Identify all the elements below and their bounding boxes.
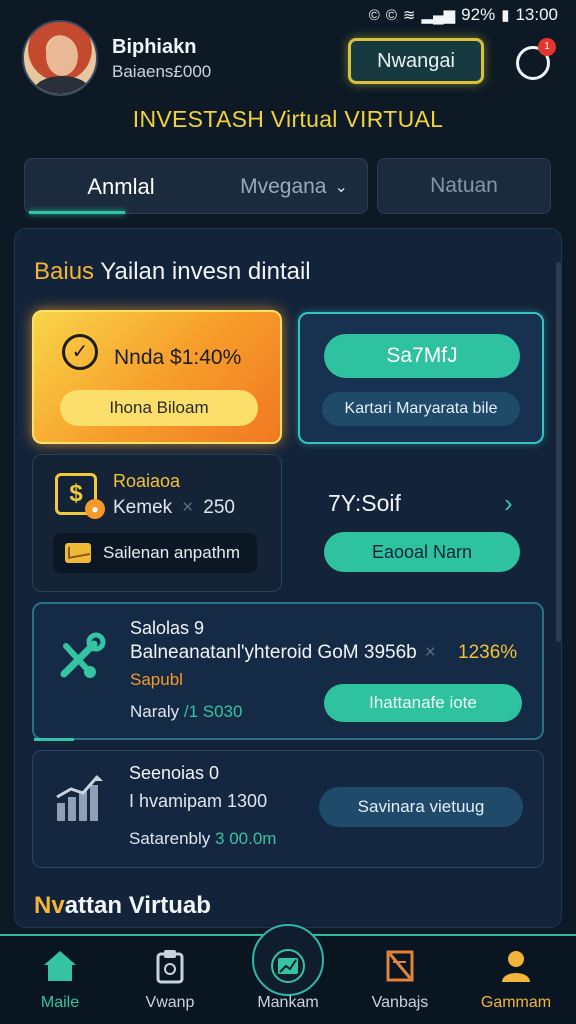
- sort-button[interactable]: Eaooal Narn: [324, 532, 520, 572]
- tab-active[interactable]: Anmlal: [25, 159, 217, 215]
- teal-card-button[interactable]: Sa7MfJ: [324, 334, 520, 378]
- footer-title-accent: Nv: [34, 892, 65, 919]
- tools-icon: [60, 632, 106, 678]
- savings-card-title: Seenoias 0: [129, 763, 220, 783]
- savings-card-amount-value: 3 00.0m: [215, 829, 277, 848]
- tab-active-indicator: [29, 211, 125, 214]
- investment-card-percent: 1236%: [458, 642, 518, 663]
- highlight-card-text: Nnda $1:40%: [114, 346, 242, 369]
- separator: ×: [424, 642, 436, 663]
- nav-item-profile[interactable]: Gammam: [468, 936, 564, 1024]
- home-icon: [44, 951, 76, 981]
- footer-section-title: Nvattan Virtuab: [34, 892, 211, 920]
- section-title-rest: Yailan invesn dintail: [94, 258, 311, 285]
- user-name: Biphiakn: [112, 36, 197, 58]
- investment-card-amount-value: /1 S030: [183, 702, 243, 721]
- avatar[interactable]: [22, 20, 98, 96]
- document-icon: [386, 950, 414, 982]
- investment-card-button[interactable]: Ihattanafe iote: [324, 684, 522, 722]
- footer-title-rest: attan Virtuab: [64, 892, 211, 919]
- investment-card-line: Balneanatanl'yhteroid GoM 3956b ×: [130, 642, 444, 664]
- investment-card-description: Balneanatanl'yhteroid GoM 3956b: [130, 642, 417, 663]
- chart-icon: [271, 949, 305, 983]
- section-title: Baius Yailan invesn dintail: [34, 258, 311, 286]
- notification-count: 1: [538, 38, 556, 56]
- coin-icon: ●: [85, 499, 105, 519]
- investment-card-title: Salolas 9: [130, 618, 205, 638]
- balance-card: $ ● Roaiaoa Kemek × 250 Sailenan anpathm: [32, 454, 282, 592]
- investment-card-amount: Naraly /1 S030: [130, 702, 242, 722]
- header-badge-button[interactable]: Nwangai: [348, 38, 484, 84]
- bottom-nav: Maile Vwanp Mankam Vanbajs Gammam: [0, 924, 576, 1024]
- investment-card[interactable]: Salolas 9 Balneanatanl'yhteroid GoM 3956…: [32, 602, 544, 741]
- investment-card-sub: Sapubl: [130, 670, 183, 689]
- nav-item-document[interactable]: Vanbajs: [352, 936, 448, 1024]
- tab-dropdown[interactable]: Mvegana ⌄: [221, 159, 367, 215]
- savings-card-amount-label: Satarenbly: [129, 829, 211, 848]
- balance-card-line: Kemek × 250: [113, 497, 235, 519]
- highlight-card[interactable]: ✓ Nnda $1:40% Ihona Biloam: [32, 310, 282, 444]
- nav-item-home[interactable]: Maile: [12, 936, 108, 1024]
- scrollbar[interactable]: [556, 262, 561, 642]
- avatar-face: [46, 36, 78, 76]
- highlight-card-button[interactable]: Ihona Biloam: [60, 390, 258, 426]
- balance-card-label: Kemek: [113, 497, 173, 518]
- section-title-accent: Baius: [34, 258, 95, 285]
- balance-card-value: 250: [203, 497, 235, 518]
- nav-item-chart[interactable]: Mankam: [240, 936, 336, 1024]
- avatar-shirt: [34, 76, 90, 94]
- teal-card-sub-button[interactable]: Kartari Maryarata bile: [322, 392, 520, 426]
- savings-card[interactable]: Seenoias 0 I hvamipam 1300 Satarenbly 3 …: [32, 750, 544, 868]
- tab-dropdown-label: Mvegana: [240, 175, 327, 198]
- check-icon: ✓: [62, 334, 98, 370]
- nav-label: Vanbajs: [371, 994, 429, 1011]
- savings-card-line: I hvamipam 1300: [129, 791, 268, 811]
- user-icon: [502, 951, 530, 982]
- nav-label: Vwanp: [145, 994, 195, 1011]
- investment-card-amount-label: Naraly: [130, 702, 180, 721]
- header: Biphiakn Baiaens£000 Nwangai 1: [22, 18, 562, 102]
- nav-item-clipboard[interactable]: Vwanp: [122, 936, 218, 1024]
- nav-label: Gammam: [480, 994, 552, 1011]
- balance-card-button[interactable]: Sailenan anpathm: [53, 533, 257, 573]
- balance-card-button-label: Sailenan anpathm: [103, 543, 241, 562]
- savings-card-amount: Satarenbly 3 00.0m: [129, 829, 276, 849]
- nav-label: Maile: [40, 994, 80, 1011]
- sort-label: 7Y:Soif: [328, 490, 401, 516]
- separator: ×: [182, 497, 194, 518]
- page-title: INVESTASH Virtual VIRTUAL: [132, 106, 444, 132]
- chevron-right-icon[interactable]: ›: [504, 488, 513, 519]
- tab-other[interactable]: Natuan: [377, 158, 551, 214]
- chevron-down-icon: ⌄: [334, 179, 348, 196]
- clipboard-icon: [156, 950, 184, 984]
- tab-bar: Anmlal Mvegana ⌄: [24, 158, 368, 214]
- bar-chart-icon: [56, 775, 103, 821]
- savings-card-button[interactable]: Savinara vietuug: [319, 787, 523, 827]
- envelope-icon: [65, 543, 91, 563]
- nav-label: Mankam: [257, 994, 319, 1011]
- balance-card-title: Roaiaoa: [113, 471, 181, 491]
- card-progress-indicator: [34, 738, 74, 741]
- user-balance: Baiaens£000: [112, 62, 212, 81]
- teal-card: Sa7MfJ Kartari Maryarata bile: [298, 312, 544, 444]
